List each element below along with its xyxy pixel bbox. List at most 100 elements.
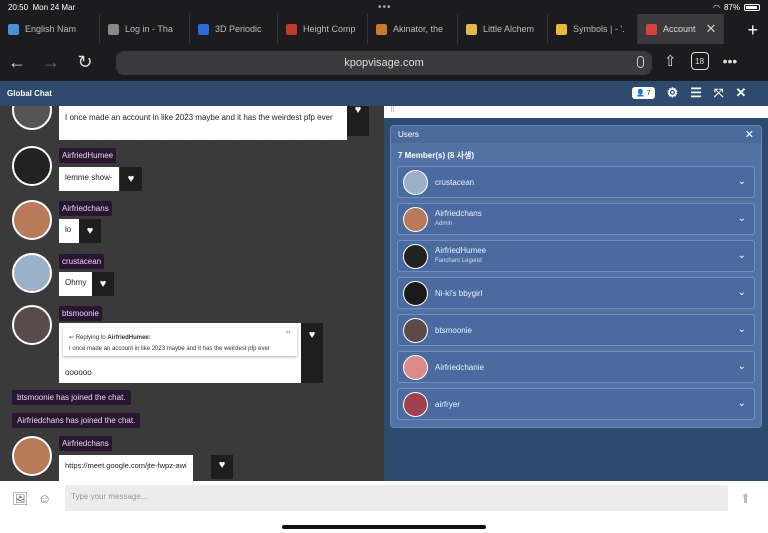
heart-icon[interactable]: ♥ bbox=[211, 455, 233, 479]
share-icon[interactable]: ⇧ bbox=[664, 52, 677, 70]
home-indicator bbox=[282, 525, 486, 529]
heart-icon[interactable]: ♥ bbox=[120, 167, 142, 191]
member-item[interactable]: btsmoonie ⌄ bbox=[397, 314, 755, 346]
tab-label: Akinator, the bbox=[393, 24, 444, 34]
close-tab-icon[interactable]: ✕ bbox=[706, 21, 717, 37]
member-item[interactable]: crustacean ⌄ bbox=[397, 166, 755, 198]
send-icon[interactable]: ⬆ bbox=[740, 491, 751, 507]
emoji-icon[interactable]: ☺ bbox=[38, 491, 51, 506]
chevron-down-icon[interactable]: ⌄ bbox=[738, 176, 746, 187]
favicon-icon bbox=[376, 23, 387, 35]
tab-label: English Nam bbox=[25, 24, 77, 34]
message-input[interactable]: Type your message... bbox=[65, 485, 728, 511]
forward-icon[interactable]: → bbox=[34, 52, 68, 73]
browser-tab-bar: English Nam Log in - Tha 3D Periodic Hei… bbox=[0, 14, 768, 44]
reload-icon[interactable]: ↻ bbox=[68, 52, 102, 73]
chevron-down-icon[interactable]: ⌄ bbox=[738, 250, 746, 261]
member-item[interactable]: AirfriedHumee Fanchant Legend ⌄ bbox=[397, 240, 755, 272]
member-count-button[interactable]: 👤 7 bbox=[632, 87, 655, 99]
tab-label: Account bbox=[663, 24, 696, 34]
avatar[interactable] bbox=[12, 436, 52, 476]
browser-tab[interactable]: Log in - Tha bbox=[100, 14, 190, 44]
reply-quote[interactable]: ↩ Replying to AirfriedHumee: I once made… bbox=[63, 328, 297, 356]
tab-label: Little Alchem bbox=[483, 24, 535, 34]
users-panel: Users ✕ 7 Member(s) (8 사생) crustacean ⌄ … bbox=[390, 125, 762, 428]
quote-icon: ❞ bbox=[285, 330, 291, 341]
new-tab-icon[interactable]: + bbox=[747, 20, 758, 41]
battery-icon bbox=[744, 3, 760, 11]
tab-count-button[interactable]: 18 bbox=[690, 52, 709, 70]
tab-label: Log in - Tha bbox=[125, 24, 173, 34]
page-title: Global Chat bbox=[7, 89, 52, 98]
message-text: oooooo bbox=[65, 368, 92, 377]
more-menu-icon[interactable]: ••• bbox=[723, 53, 738, 69]
username-label[interactable]: btsmoonie bbox=[59, 306, 102, 321]
drag-handle[interactable]: ⠿ bbox=[384, 106, 768, 118]
list-icon[interactable]: ☰ bbox=[690, 85, 702, 101]
message-bubble[interactable]: https://meet.google.com/jte-fwpz-awi bbox=[59, 455, 193, 481]
chevron-down-icon[interactable]: ⌄ bbox=[738, 398, 746, 409]
system-message: Airfriedchans has joined the chat. bbox=[12, 413, 141, 428]
favicon-icon bbox=[646, 23, 657, 35]
collapse-icon[interactable]: ⤧ bbox=[714, 86, 724, 101]
heart-icon[interactable]: ♥ bbox=[347, 106, 369, 136]
avatar bbox=[403, 391, 428, 417]
chat-header: Global Chat 👤 7 ⚙ ☰ ⤧ ✕ bbox=[0, 81, 768, 106]
gear-icon[interactable]: ⚙ bbox=[667, 85, 679, 101]
users-pane: ⠿ Users ✕ 7 Member(s) (8 사생) crustacean … bbox=[384, 106, 768, 481]
message-bubble: lo bbox=[59, 219, 79, 243]
avatar[interactable] bbox=[12, 305, 52, 345]
avatar bbox=[403, 354, 428, 380]
member-name: Airfriedchanie bbox=[435, 362, 484, 372]
message-bubble: Ohmy bbox=[59, 272, 93, 296]
member-item[interactable]: Airfriedchanie ⌄ bbox=[397, 351, 755, 383]
tab-label: Symbols | - '. bbox=[573, 24, 625, 34]
multitask-dots-icon[interactable]: ••• bbox=[378, 2, 392, 13]
url-text: kpopvisage.com bbox=[344, 57, 424, 69]
reply-arrow-icon: ↩ bbox=[69, 335, 75, 341]
status-time: 20:50 bbox=[8, 2, 29, 12]
chevron-down-icon[interactable]: ⌄ bbox=[738, 324, 746, 335]
member-item[interactable]: Airfriedchans Admin ⌄ bbox=[397, 203, 755, 235]
chevron-down-icon[interactable]: ⌄ bbox=[738, 361, 746, 372]
message-bubble: lemme show- bbox=[59, 167, 119, 191]
avatar[interactable] bbox=[12, 253, 52, 293]
avatar bbox=[403, 280, 428, 306]
wifi-icon: ◠ bbox=[713, 2, 720, 12]
back-icon[interactable]: ← bbox=[0, 52, 34, 73]
username-label[interactable]: Airfriedchans bbox=[59, 201, 112, 216]
browser-tab-active[interactable]: Account ✕ bbox=[638, 14, 724, 44]
avatar bbox=[403, 206, 428, 232]
avatar[interactable] bbox=[12, 200, 52, 240]
address-bar[interactable]: kpopvisage.com bbox=[116, 51, 652, 75]
username-label[interactable]: crustacean bbox=[59, 254, 105, 269]
favicon-icon bbox=[286, 23, 297, 35]
member-item[interactable]: airfryer ⌄ bbox=[397, 388, 755, 420]
username-label[interactable]: Airfriedchans bbox=[59, 436, 112, 451]
avatar[interactable] bbox=[12, 146, 52, 186]
browser-tab[interactable]: Height Comp bbox=[278, 14, 368, 44]
grid-icon: ⠿ bbox=[390, 107, 396, 114]
browser-tab[interactable]: English Nam bbox=[0, 14, 100, 44]
member-item[interactable]: Ni-ki's bbygirl ⌄ bbox=[397, 277, 755, 309]
tab-label: 3D Periodic bbox=[215, 24, 262, 34]
heart-icon[interactable]: ♥ bbox=[92, 272, 114, 296]
member-name: AirfriedHumee bbox=[435, 246, 487, 255]
chevron-down-icon[interactable]: ⌄ bbox=[738, 287, 746, 298]
close-icon[interactable]: ✕ bbox=[745, 128, 754, 141]
heart-icon[interactable]: ♥ bbox=[301, 323, 323, 383]
heart-icon[interactable]: ♥ bbox=[79, 219, 101, 243]
close-icon[interactable]: ✕ bbox=[736, 85, 747, 101]
microphone-icon[interactable] bbox=[637, 56, 644, 68]
browser-tab[interactable]: Akinator, the bbox=[368, 14, 458, 44]
browser-tab[interactable]: 3D Periodic bbox=[190, 14, 278, 44]
username-label[interactable]: AirfriedHumee bbox=[59, 148, 117, 163]
member-name: Ni-ki's bbygirl bbox=[435, 288, 483, 298]
image-icon[interactable]: 🖼 bbox=[12, 491, 29, 507]
message-bubble: I once made an account in like 2023 mayb… bbox=[59, 106, 347, 140]
tab-label: Height Comp bbox=[303, 24, 356, 34]
browser-tab[interactable]: Symbols | - '. bbox=[548, 14, 638, 44]
chevron-down-icon[interactable]: ⌄ bbox=[738, 213, 746, 224]
browser-tab[interactable]: Little Alchem bbox=[458, 14, 548, 44]
chat-messages[interactable]: ♡ ♡ ♡♡♡♡♡♡♡♡♡♡♡♡♡♡♡♡♡♡♡♡♡♡♡♡♡♡♡♡♡♡♡♡♡♡♡♡♡♡… bbox=[0, 106, 384, 481]
